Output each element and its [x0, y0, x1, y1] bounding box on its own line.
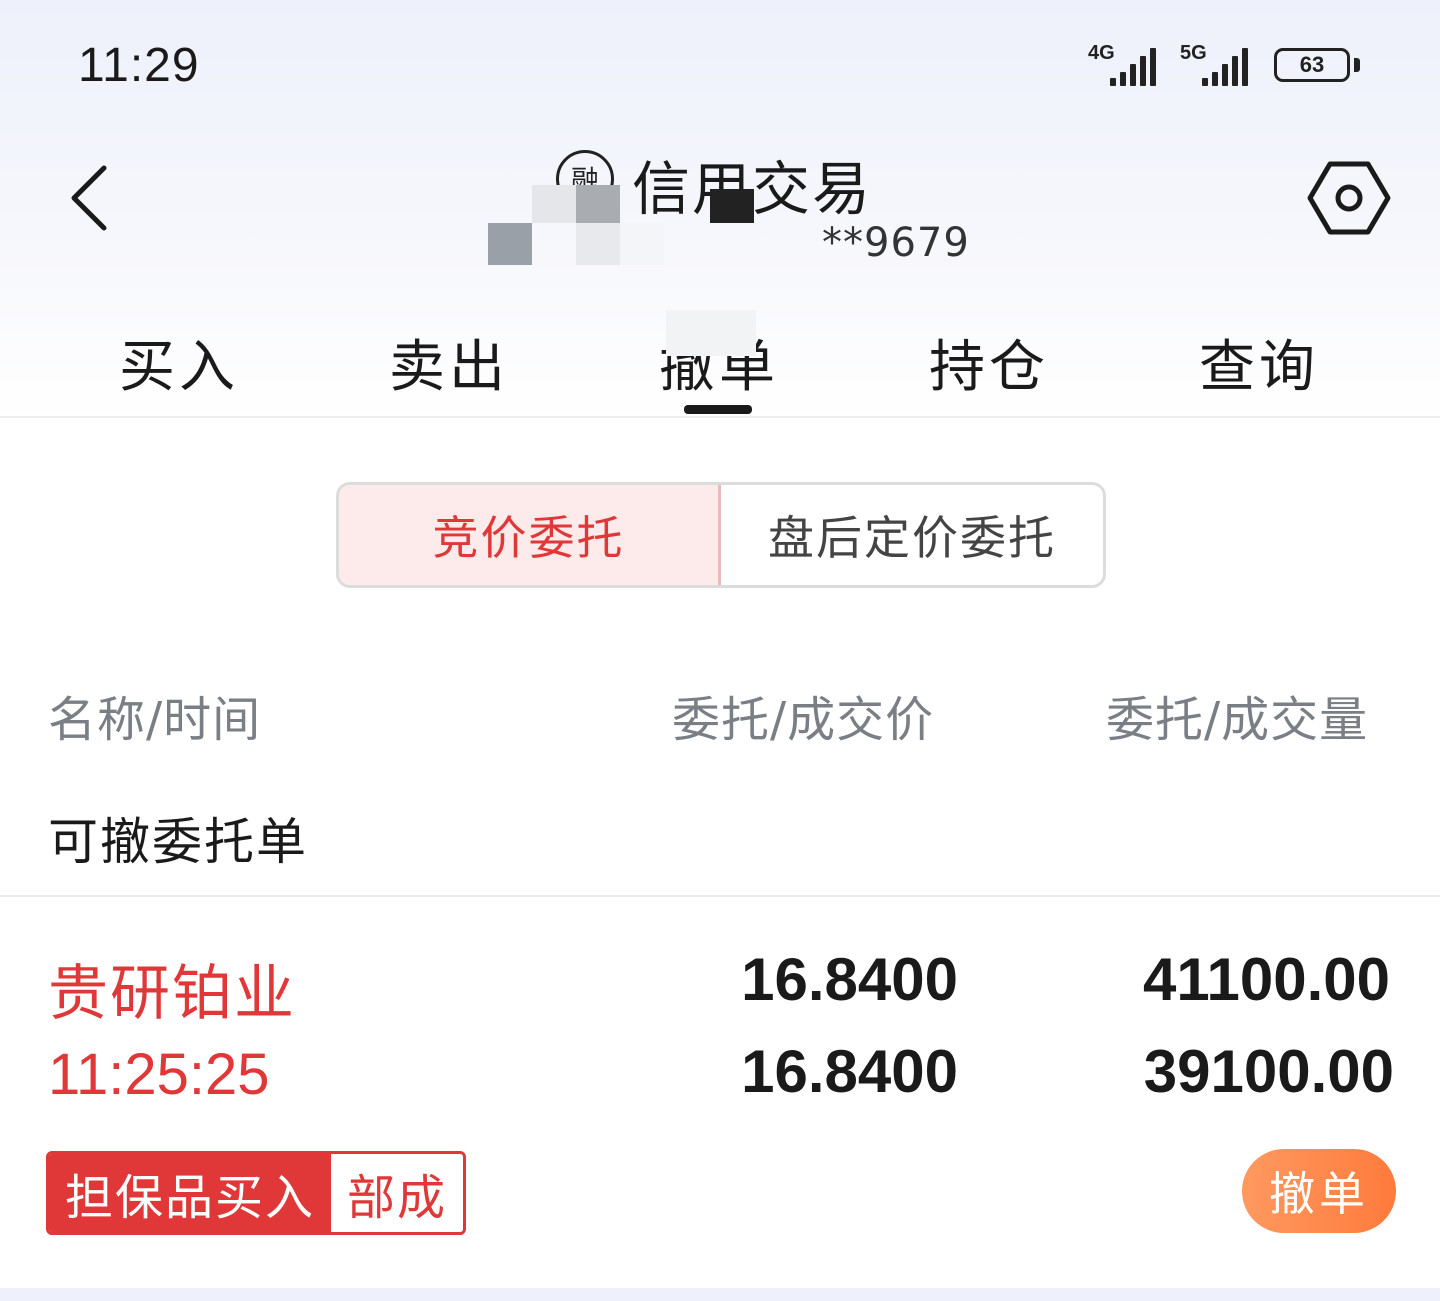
- tab-buy[interactable]: 买入: [44, 322, 314, 403]
- column-header-price: 委托/成交价: [672, 692, 935, 748]
- order-volume: 41100.00: [1143, 946, 1390, 1013]
- column-header-volume: 委托/成交量: [1106, 692, 1369, 748]
- table-header: 名称/时间 委托/成交价 委托/成交量: [0, 680, 1440, 750]
- order-price: 16.8400: [741, 946, 958, 1013]
- network-4g-label: 4G: [1088, 42, 1115, 64]
- settings-button[interactable]: [1306, 158, 1392, 238]
- account-name-mosaic: [488, 185, 818, 270]
- signal-4g-icon: 4G: [1088, 42, 1156, 86]
- gear-icon: [1307, 161, 1391, 235]
- order-time: 11:25:25: [48, 1042, 270, 1107]
- tab-label-mosaic: [666, 310, 756, 356]
- deal-price: 16.8400: [741, 1038, 958, 1105]
- network-5g-label: 5G: [1180, 42, 1207, 64]
- page-header: 融 信用交易 **9679: [420, 140, 1020, 270]
- active-tab-indicator: [684, 405, 752, 414]
- tab-query[interactable]: 查询: [1124, 322, 1394, 403]
- column-header-name-time: 名称/时间: [48, 692, 262, 748]
- order-type-badge: 担保品买入: [49, 1154, 332, 1232]
- bottom-band: [0, 1288, 1440, 1301]
- battery-tip: [1354, 58, 1360, 72]
- order-type-segment: 竞价委托 盘后定价委托: [336, 482, 1106, 588]
- account-number: **9679: [822, 220, 970, 266]
- order-tag: 担保品买入 部成: [46, 1151, 467, 1235]
- deal-volume: 39100.00: [1143, 1038, 1394, 1105]
- segment-auction-orders[interactable]: 竞价委托: [339, 485, 721, 585]
- cancel-order-button[interactable]: 撤单: [1242, 1149, 1396, 1233]
- status-time: 11:29: [78, 39, 200, 92]
- status-bar: 11:29 4G 5G 63: [0, 0, 1440, 130]
- stock-name: 贵研铂业: [48, 959, 296, 1029]
- back-button[interactable]: [60, 160, 124, 240]
- battery-level: 63: [1299, 52, 1325, 77]
- tab-positions[interactable]: 持仓: [854, 322, 1124, 403]
- tab-sell[interactable]: 卖出: [314, 322, 584, 403]
- battery-icon: 63: [1274, 48, 1350, 82]
- main-tabs: 买入 卖出 撤单 持仓 查询: [0, 300, 1440, 418]
- segment-after-hours-orders[interactable]: 盘后定价委托: [721, 485, 1103, 585]
- table-row[interactable]: 贵研铂业 11:25:25 16.8400 16.8400 41100.00 3…: [0, 897, 1440, 1287]
- section-title: 可撤委托单: [48, 813, 308, 871]
- chevron-left-icon: [71, 165, 107, 231]
- signal-5g-icon: 5G: [1180, 42, 1248, 86]
- order-status-badge: 部成: [331, 1154, 464, 1232]
